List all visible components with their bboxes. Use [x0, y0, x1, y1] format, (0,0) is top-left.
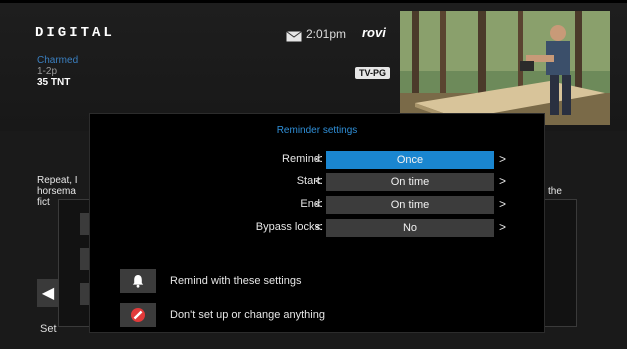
- tv-screen: DIGITAL 2:01pm rovi Charmed 1-2p 35 TNT …: [0, 0, 627, 349]
- chevron-left-icon[interactable]: <: [315, 197, 322, 211]
- chevron-left-icon[interactable]: <: [315, 220, 322, 234]
- program-channel: 35 TNT: [37, 77, 71, 88]
- background-description-line: Repeat, I: [37, 175, 78, 186]
- reminder-settings-dialog: Reminder settings Remind: < Once > Start…: [89, 113, 545, 333]
- digital-logo: DIGITAL: [35, 25, 115, 41]
- rating-badge: TV-PG: [355, 67, 391, 79]
- cancel-setup-label: Don't set up or change anything: [170, 309, 325, 321]
- status-area: 2:01pm: [286, 27, 346, 41]
- bypass-locks-value-selector[interactable]: No: [326, 219, 494, 237]
- program-time: 1-2p: [37, 66, 58, 77]
- background-set-label: Set: [40, 323, 57, 335]
- chevron-left-icon[interactable]: <: [315, 174, 322, 188]
- program-info: Charmed 1-2p 35 TNT: [37, 55, 78, 88]
- chevron-right-icon[interactable]: >: [499, 220, 506, 234]
- video-scene-image: [400, 11, 610, 125]
- remind-row[interactable]: Remind: < Once >: [90, 151, 546, 169]
- chevron-left-icon[interactable]: <: [315, 152, 322, 166]
- rovi-logo: rovi: [362, 25, 386, 40]
- bypass-locks-label: Bypass locks:: [255, 221, 323, 233]
- end-row[interactable]: End: < On time >: [90, 196, 546, 214]
- video-preview: [400, 11, 610, 125]
- chevron-right-icon[interactable]: >: [499, 174, 506, 188]
- background-description-right: the: [548, 186, 562, 197]
- dialog-title: Reminder settings: [276, 125, 358, 136]
- end-value-selector[interactable]: On time: [326, 196, 494, 214]
- start-value-selector[interactable]: On time: [326, 173, 494, 191]
- chevron-right-icon[interactable]: >: [499, 197, 506, 211]
- remind-with-settings-label: Remind with these settings: [170, 275, 302, 287]
- chevron-right-icon[interactable]: >: [499, 152, 506, 166]
- start-row[interactable]: Start: < On time >: [90, 173, 546, 191]
- clock: 2:01pm: [306, 27, 347, 41]
- remind-value-selector[interactable]: Once: [326, 151, 494, 169]
- bell-icon: [120, 269, 156, 293]
- program-title: Charmed: [37, 55, 79, 66]
- background-description-line: horsema: [37, 186, 76, 197]
- mail-icon: [286, 29, 302, 41]
- header-bar: DIGITAL 2:01pm rovi Charmed 1-2p 35 TNT …: [0, 3, 627, 131]
- cancel-setup-button[interactable]: Don't set up or change anything: [120, 303, 325, 327]
- remind-with-settings-button[interactable]: Remind with these settings: [120, 269, 301, 293]
- bypass-locks-row[interactable]: Bypass locks: < No >: [90, 219, 546, 237]
- cancel-icon: [120, 303, 156, 327]
- back-arrow-button[interactable]: ◀: [37, 279, 59, 307]
